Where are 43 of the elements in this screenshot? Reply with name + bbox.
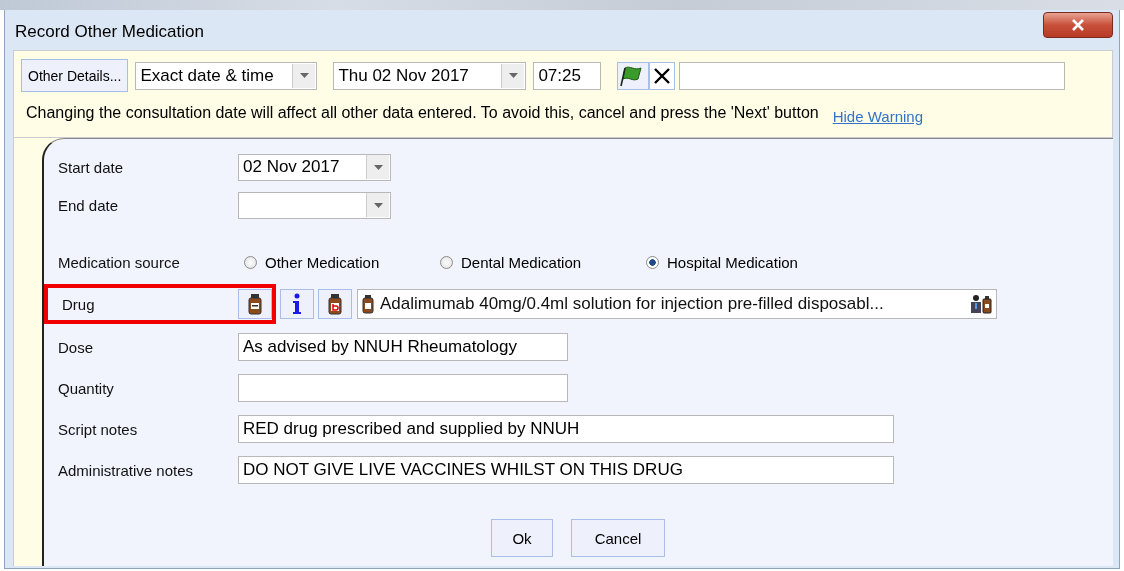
note-field[interactable]: [679, 61, 1066, 90]
other-details-button[interactable]: Other Details...: [21, 59, 129, 92]
radio-option[interactable]: Other Medication: [244, 253, 434, 271]
clear-button[interactable]: [649, 61, 676, 90]
radio-option[interactable]: Hospital Medication: [646, 253, 798, 271]
text-field[interactable]: DO NOT GIVE LIVE VACCINES WHILST ON THIS DRUG: [238, 456, 894, 484]
field-label: Start date: [58, 158, 125, 176]
drug-field[interactable]: Adalimumab 40mg/0.4ml solution for injection pre-filled disposabl...: [357, 289, 997, 319]
close-icon: [1071, 19, 1085, 31]
field-label: Dose: [58, 338, 95, 356]
field-label: Script notes: [58, 420, 139, 438]
medicine-bottle-icon: [248, 293, 262, 315]
info-button[interactable]: [280, 289, 314, 319]
radio-option[interactable]: Dental Medication: [440, 253, 640, 271]
window-title: Record Other Medication: [15, 22, 204, 42]
cancel-button[interactable]: Cancel: [571, 519, 665, 557]
hide-warning-link[interactable]: Hide Warning: [832, 108, 923, 125]
field-label: Quantity: [58, 379, 115, 397]
people-icon: [970, 294, 992, 314]
field-label: Drug: [62, 295, 96, 313]
drug-details-button[interactable]: [318, 289, 352, 319]
medicine-bottle-icon: [328, 293, 342, 315]
cross-icon: [653, 66, 672, 85]
info-icon: [292, 293, 302, 315]
radio-button[interactable]: [440, 255, 453, 269]
field-label: End date: [58, 196, 120, 214]
field-label: Administrative notes: [58, 461, 195, 479]
date-mode-dropdown[interactable]: Exact date & time: [135, 61, 318, 90]
start-date-dropdown[interactable]: 02 Nov 2017: [238, 153, 391, 181]
radio-button[interactable]: [244, 255, 257, 269]
text-field[interactable]: [238, 374, 568, 402]
close-button[interactable]: [1043, 12, 1113, 38]
medicine-bottle-icon: [362, 294, 374, 314]
text-field[interactable]: As advised by NNUH Rheumatology: [238, 333, 568, 361]
text-field[interactable]: RED drug prescribed and supplied by NNUH: [238, 415, 894, 443]
time-field[interactable]: 07:25: [533, 61, 602, 90]
flag-button[interactable]: [617, 61, 650, 90]
radio-button[interactable]: [646, 255, 659, 269]
ok-button[interactable]: Ok: [491, 519, 553, 557]
warning-text: Changing the consultation date will affect all other data entered. To avoid this, cancel and press the 'Next' button: [26, 104, 819, 122]
date-dropdown[interactable]: Thu 02 Nov 2017: [333, 61, 527, 90]
drug-select-button[interactable]: [238, 289, 272, 319]
field-label: Medication source: [58, 253, 181, 271]
